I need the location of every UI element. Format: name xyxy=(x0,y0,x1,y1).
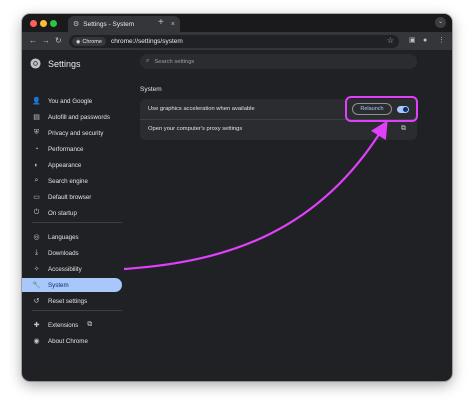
annotation-arrow xyxy=(123,120,388,271)
